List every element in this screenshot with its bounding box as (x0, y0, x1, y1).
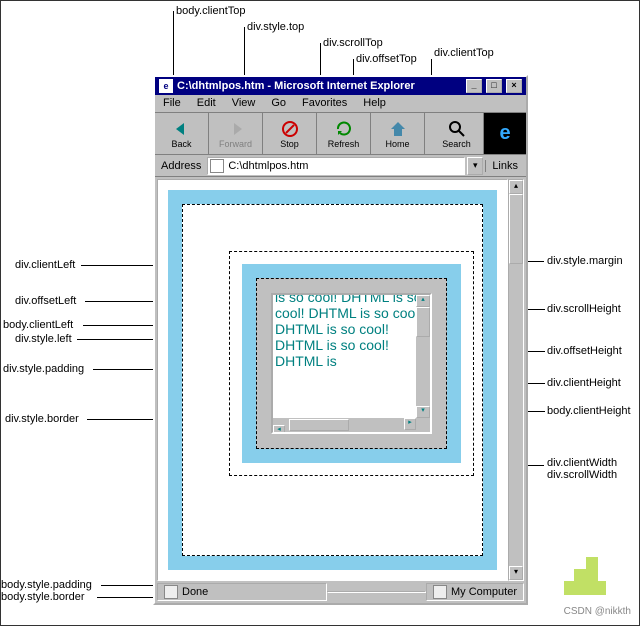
label-div-scrollHeight: div.scrollHeight (547, 303, 621, 315)
watermark-text: CSDN @nikkth (564, 606, 631, 617)
home-button[interactable]: Home (371, 113, 425, 154)
label-body-style-border: body.style.border (1, 591, 85, 603)
statusbar: Done My Computer (157, 583, 524, 601)
body-border-box: is so cool! DHTML is so cool! DHTML is s… (168, 190, 497, 570)
ie-icon: e (159, 79, 173, 93)
back-button[interactable]: Back (155, 113, 209, 154)
label-div-scrollTop: div.scrollTop (323, 37, 383, 49)
menu-view[interactable]: View (224, 95, 264, 112)
label-div-clientTop: div.clientTop (434, 47, 494, 59)
label-div-offsetHeight: div.offsetHeight (547, 345, 622, 357)
menu-file[interactable]: File (155, 95, 189, 112)
label-body-style-padding: body.style.padding (1, 579, 92, 591)
label-body-clientLeft: body.clientLeft (3, 319, 73, 331)
address-bar: Address C:\dhtmlpos.htm ▾ Links (155, 155, 526, 177)
scroll-right-icon[interactable]: ▸ (404, 418, 416, 430)
refresh-icon (334, 119, 354, 139)
toolbar: Back Forward Stop Refresh Home Search e (155, 113, 526, 155)
address-label: Address (157, 160, 205, 172)
main-vertical-scrollbar[interactable]: ▴ ▾ (508, 179, 524, 581)
page-icon (210, 159, 224, 173)
main-scroll-up-icon[interactable]: ▴ (509, 180, 523, 194)
hscroll-thumb[interactable] (289, 419, 349, 431)
menu-help[interactable]: Help (355, 95, 394, 112)
stop-button[interactable]: Stop (263, 113, 317, 154)
label-div-offsetLeft: div.offsetLeft (15, 295, 76, 307)
inner-horizontal-scrollbar[interactable]: ◂ ▸ (273, 418, 430, 432)
body-padding-box: is so cool! DHTML is so cool! DHTML is s… (182, 204, 483, 556)
address-field[interactable]: C:\dhtmlpos.htm (207, 157, 465, 175)
label-body-clientTop: body.clientTop (176, 5, 246, 17)
label-div-scrollWidth: div.scrollWidth (547, 469, 617, 481)
done-icon (164, 585, 178, 599)
close-button[interactable]: × (506, 79, 522, 93)
maximize-button[interactable]: □ (486, 79, 502, 93)
main-scroll-down-icon[interactable]: ▾ (509, 566, 523, 580)
document-viewport: is so cool! DHTML is so cool! DHTML is s… (157, 179, 508, 581)
scroll-up-icon[interactable]: ▴ (416, 295, 430, 307)
minimize-button[interactable]: _ (466, 79, 482, 93)
label-div-clientHeight: div.clientHeight (547, 377, 621, 389)
ie-logo-icon: e (484, 113, 526, 154)
label-div-style-border: div.style.border (5, 413, 79, 425)
refresh-button[interactable]: Refresh (317, 113, 371, 154)
scroll-thumb[interactable] (416, 307, 430, 337)
label-div-clientLeft: div.clientLeft (15, 259, 75, 271)
status-zone: My Computer (451, 586, 517, 598)
scroll-down-icon[interactable]: ▾ (416, 406, 430, 418)
label-div-offsetTop: div.offsetTop (356, 53, 417, 65)
div-content-box[interactable]: is so cool! DHTML is so cool! DHTML is s… (271, 293, 432, 434)
div-text: is so cool! DHTML is so cool! DHTML is s… (275, 293, 428, 369)
menu-favorites[interactable]: Favorites (294, 95, 355, 112)
forward-arrow-icon (226, 119, 246, 139)
inner-vertical-scrollbar[interactable]: ▴ ▾ (416, 295, 430, 418)
label-div-style-left: div.style.left (15, 333, 72, 345)
main-scroll-thumb[interactable] (509, 194, 523, 264)
div-border-box: is so cool! DHTML is so cool! DHTML is s… (242, 264, 461, 463)
browser-window: e C:\dhtmlpos.htm - Microsoft Internet E… (153, 75, 528, 605)
zone-icon (433, 585, 447, 599)
menubar: File Edit View Go Favorites Help (155, 95, 526, 113)
watermark-graphic (564, 557, 614, 597)
label-div-style-padding: div.style.padding (3, 363, 84, 375)
home-icon (388, 119, 408, 139)
label-body-clientHeight: body.clientHeight (547, 405, 631, 417)
search-button[interactable]: Search (430, 113, 484, 154)
menu-go[interactable]: Go (263, 95, 294, 112)
back-arrow-icon (172, 119, 192, 139)
address-dropdown-button[interactable]: ▾ (467, 157, 483, 175)
status-done: Done (182, 586, 208, 598)
window-title: C:\dhtmlpos.htm - Microsoft Internet Exp… (177, 80, 415, 92)
address-value: C:\dhtmlpos.htm (228, 160, 308, 172)
label-div-clientWidth: div.clientWidth (547, 457, 617, 469)
search-icon (447, 119, 467, 139)
forward-button: Forward (209, 113, 263, 154)
div-margin-box: is so cool! DHTML is so cool! DHTML is s… (229, 251, 474, 476)
stop-icon (280, 119, 300, 139)
div-padding-box: is so cool! DHTML is so cool! DHTML is s… (256, 278, 447, 449)
label-div-style-margin: div.style.margin (547, 255, 623, 267)
menu-edit[interactable]: Edit (189, 95, 224, 112)
scroll-left-icon[interactable]: ◂ (273, 425, 285, 434)
links-toolbar[interactable]: Links (485, 160, 524, 172)
label-div-style-top: div.style.top (247, 21, 304, 33)
titlebar: e C:\dhtmlpos.htm - Microsoft Internet E… (155, 77, 526, 95)
